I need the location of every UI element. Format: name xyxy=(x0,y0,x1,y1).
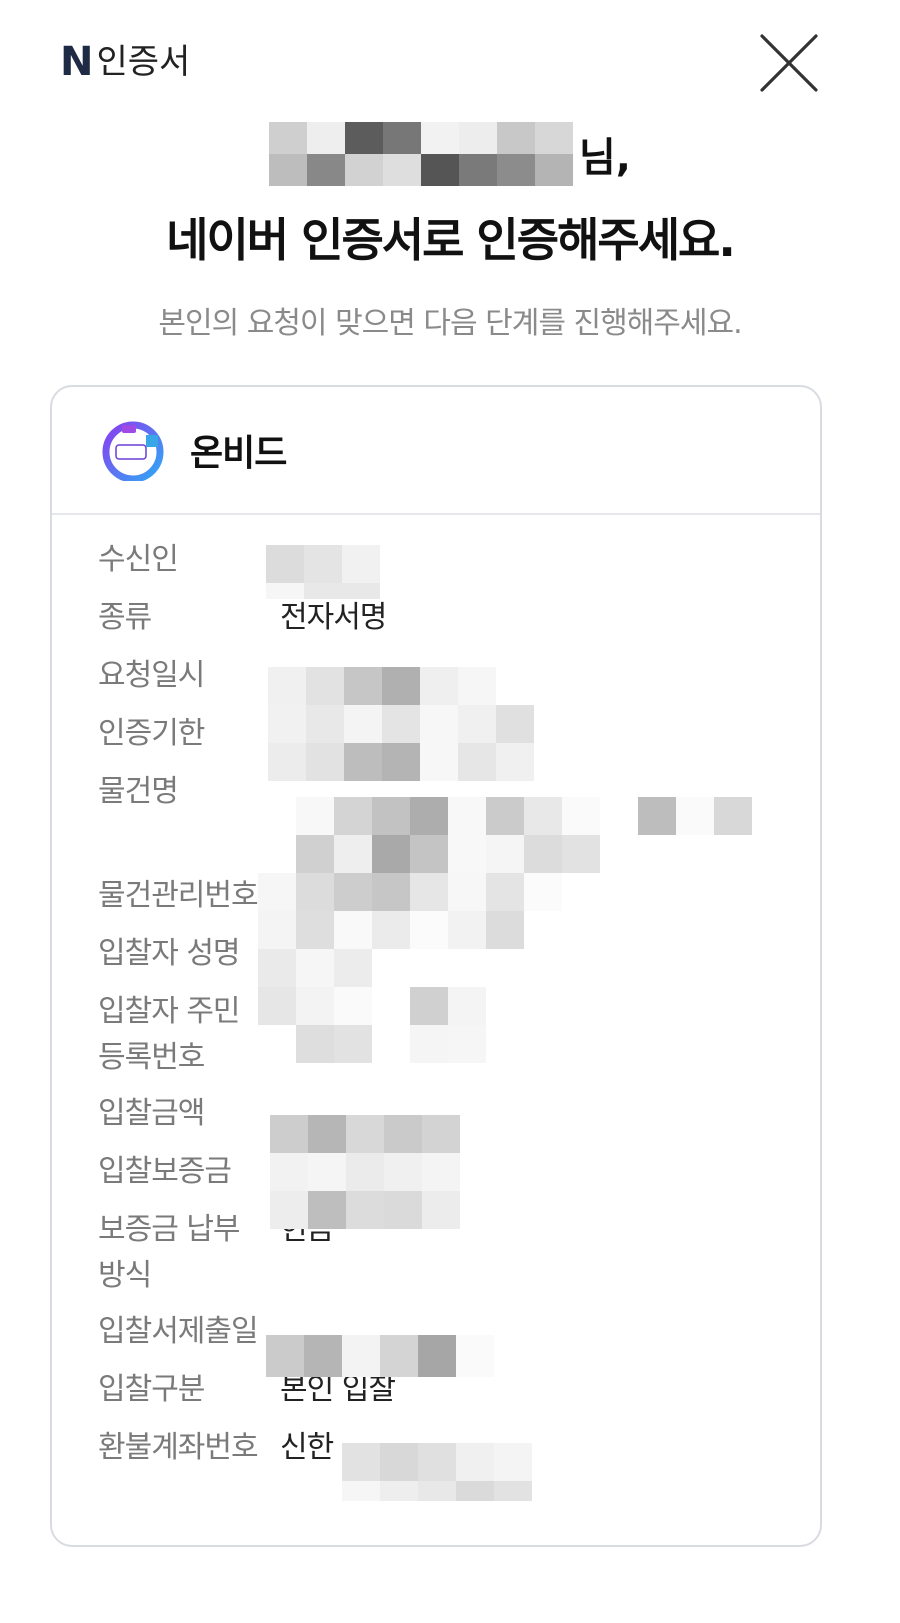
naver-n-logo: N xyxy=(60,39,93,85)
onbid-logo-icon xyxy=(102,421,164,481)
row-value: 전자서명 xyxy=(280,600,387,635)
page-title: 네이버 인증서로 인증해주세요. xyxy=(166,213,736,267)
row-label: 입찰서제출일 xyxy=(98,1314,259,1349)
row-label: 입찰보증금 xyxy=(98,1154,232,1189)
row-value: 신한 xyxy=(280,1430,334,1465)
close-icon xyxy=(760,34,818,92)
card-header: 온비드 xyxy=(52,387,820,515)
row-recipient: 수신인 xyxy=(98,537,798,595)
row-type: 종류 전자서명 xyxy=(98,595,798,653)
row-label: 수신인 xyxy=(98,542,179,577)
row-label: 종류 xyxy=(98,600,152,635)
row-label: 요청일시 xyxy=(98,658,205,693)
page-subtitle: 본인의 요청이 맞으면 다음 단계를 진행해주세요. xyxy=(158,306,742,341)
close-button[interactable] xyxy=(756,30,822,96)
row-label: 입찰구분 xyxy=(98,1372,205,1407)
row-label: 입찰자 주민 등록번호 xyxy=(98,994,241,1075)
row-label: 인증기한 xyxy=(98,716,205,751)
service-name: 온비드 xyxy=(190,433,287,474)
user-name-row: 님, xyxy=(0,118,900,190)
row-label: 물건명 xyxy=(98,774,179,809)
row-label: 물건관리번호 xyxy=(98,878,259,913)
request-detail-card: 온비드 수신인 종류 전자서명 요청일시 인증기한 물건명 물건관리번호 입찰자… xyxy=(50,385,822,1547)
hero: 님, 네이버 인증서로 인증해주세요. 본인의 요청이 맞으면 다음 단계를 진… xyxy=(0,118,900,342)
name-suffix: 님, xyxy=(579,135,631,181)
top-bar: N 인증서 xyxy=(0,0,900,125)
row-label: 입찰자 성명 xyxy=(98,936,241,971)
brand-label: 인증서 xyxy=(96,42,191,82)
row-label: 보증금 납부 방식 xyxy=(98,1212,241,1293)
masked-user-name xyxy=(269,122,573,186)
row-label: 입찰금액 xyxy=(98,1096,205,1131)
brand: N 인증서 xyxy=(60,38,190,86)
row-label: 환불계좌번호 xyxy=(98,1430,259,1465)
